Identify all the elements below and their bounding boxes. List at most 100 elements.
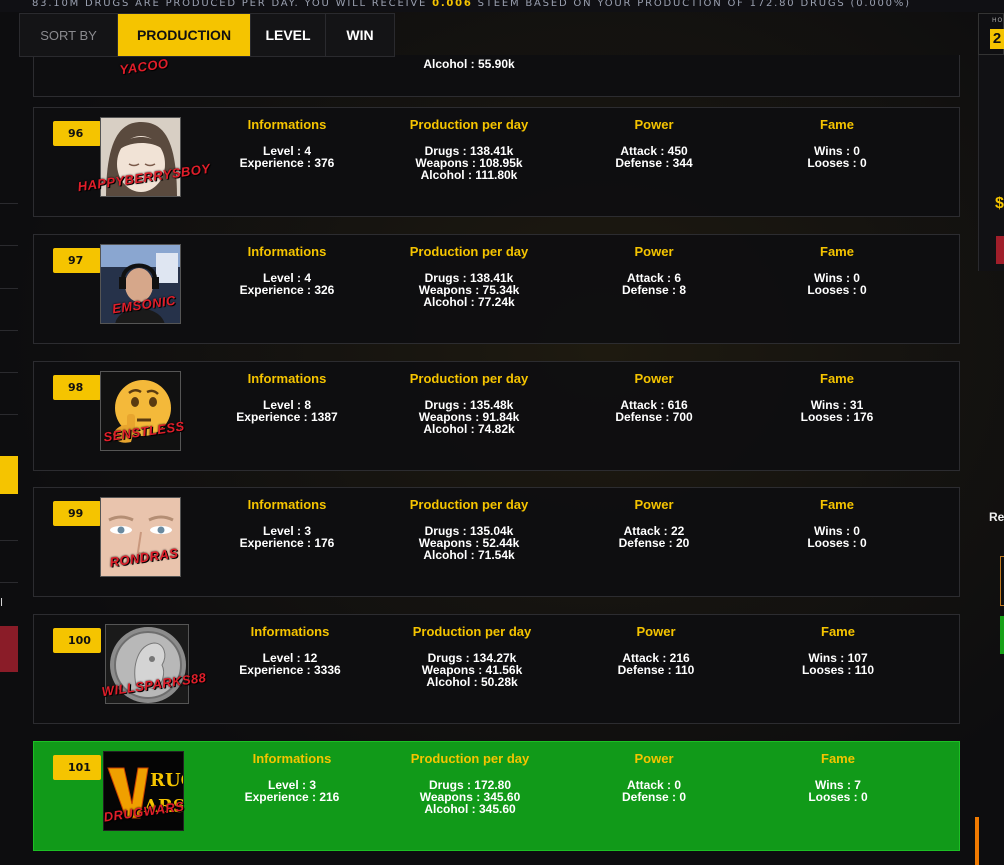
sidebar-text: l xyxy=(0,596,4,609)
sidebar-divider xyxy=(0,330,18,331)
sort-by-label: SORT BY xyxy=(40,27,97,43)
production-column: Production per day Drugs : 134.27k Weapo… xyxy=(392,624,552,688)
informations-column: Informations Level : 8 Experience : 1387 xyxy=(212,371,362,423)
right-panel-label: HO xyxy=(992,17,1004,24)
experience-value: Experience : 3336 xyxy=(239,663,341,677)
player-card-current-user: 101 RUG ARS DRUGWARS Informations Level … xyxy=(33,741,960,851)
experience-value: Experience : 176 xyxy=(239,536,335,550)
fame-column: Fame Wins : 0 Looses : 0 xyxy=(762,497,912,549)
sort-tab-production[interactable]: PRODUCTION xyxy=(117,14,250,56)
looses-value: Looses : 0 xyxy=(807,156,867,170)
production-header: Production per day xyxy=(409,244,529,259)
power-column: Power Attack : 22 Defense : 20 xyxy=(579,497,729,549)
experience-value: Experience : 216 xyxy=(244,790,340,804)
right-panel-box[interactable] xyxy=(1000,556,1004,606)
informations-column: Informations Level : 12 Experience : 333… xyxy=(215,624,365,676)
looses-value: Looses : 0 xyxy=(807,536,867,550)
player-card: 96 HAPPYBERRYSBOY Informations Level : 4… xyxy=(33,107,960,217)
sidebar-divider xyxy=(0,203,18,204)
production-header: Production per day xyxy=(412,624,532,639)
alcohol-value: Alcohol : 74.82k xyxy=(423,422,515,436)
looses-value: Looses : 176 xyxy=(800,410,874,424)
player-card-partial: YACOO Alcohol : 55.90k xyxy=(33,55,960,97)
production-header: Production per day xyxy=(409,371,529,386)
informations-header: Informations xyxy=(252,751,332,766)
production-header: Production per day xyxy=(409,497,529,512)
sidebar-divider xyxy=(0,245,18,246)
power-column: Power Attack : 616 Defense : 700 xyxy=(579,371,729,423)
logo-text: RUG xyxy=(150,770,184,791)
sidebar-divider xyxy=(0,540,18,541)
informations-header: Informations xyxy=(247,117,327,132)
looses-value: Looses : 0 xyxy=(807,283,867,297)
looses-value: Looses : 110 xyxy=(801,663,875,677)
power-column: Power Attack : 216 Defense : 110 xyxy=(581,624,731,676)
production-column: Production per day Drugs : 135.48k Weapo… xyxy=(389,371,549,435)
dollar-icon: $ xyxy=(995,195,1004,212)
right-panel-green-box[interactable] xyxy=(1000,616,1004,654)
informations-header: Informations xyxy=(247,371,327,386)
sort-bar: SORT BY PRODUCTION LEVEL WIN xyxy=(19,13,395,57)
player-card: 98 SENSTLESS Informations Level : 8 Expe… xyxy=(33,361,960,471)
power-header: Power xyxy=(634,244,674,259)
sidebar-active-item[interactable] xyxy=(0,456,18,494)
rank-badge: 101 xyxy=(53,755,101,780)
fame-header: Fame xyxy=(820,497,854,512)
power-column: Power Attack : 0 Defense : 0 xyxy=(579,751,729,803)
informations-column: Informations Level : 4 Experience : 376 xyxy=(212,117,362,169)
defense-value: Defense : 0 xyxy=(621,790,687,804)
rank-badge: 99 xyxy=(53,501,101,526)
rank-badge: 96 xyxy=(53,121,101,146)
fame-header: Fame xyxy=(821,624,855,639)
experience-value: Experience : 1387 xyxy=(236,410,338,424)
power-header: Power xyxy=(634,117,674,132)
power-header: Power xyxy=(634,751,674,766)
production-banner: 83.10M DRUGS ARE PRODUCED PER DAY. YOU W… xyxy=(0,0,1004,12)
sidebar-red-button[interactable] xyxy=(0,626,18,672)
fame-column: Fame Wins : 0 Looses : 0 xyxy=(762,244,912,296)
right-panel-red-button[interactable] xyxy=(996,236,1004,264)
production-header: Production per day xyxy=(410,751,530,766)
informations-column: Informations Level : 3 Experience : 176 xyxy=(212,497,362,549)
informations-header: Informations xyxy=(247,497,327,512)
sort-tab-level[interactable]: LEVEL xyxy=(250,14,325,56)
fame-column: Fame Wins : 107 Looses : 110 xyxy=(763,624,913,676)
power-header: Power xyxy=(634,371,674,386)
sort-tab-win[interactable]: WIN xyxy=(325,14,394,56)
fame-header: Fame xyxy=(820,371,854,386)
looses-value: Looses : 0 xyxy=(808,790,868,804)
production-column: Production per day Drugs : 138.41k Weapo… xyxy=(389,244,549,308)
informations-header: Informations xyxy=(250,624,330,639)
defense-value: Defense : 20 xyxy=(618,536,690,550)
fame-column: Fame Wins : 31 Looses : 176 xyxy=(762,371,912,423)
production-header: Production per day xyxy=(409,117,529,132)
experience-value: Experience : 326 xyxy=(239,283,335,297)
sidebar-divider xyxy=(0,372,18,373)
sidebar-divider xyxy=(0,288,18,289)
rank-badge: 98 xyxy=(53,375,101,400)
informations-column: Informations Level : 4 Experience : 326 xyxy=(212,244,362,296)
defense-value: Defense : 110 xyxy=(617,663,695,677)
power-column: Power Attack : 450 Defense : 344 xyxy=(579,117,729,169)
right-panel-badge: 2 xyxy=(990,29,1004,49)
defense-value: Defense : 700 xyxy=(615,410,693,424)
power-header: Power xyxy=(634,497,674,512)
fame-column: Fame Wins : 7 Looses : 0 xyxy=(763,751,913,803)
scrollbar-thumb[interactable] xyxy=(975,817,979,865)
fame-header: Fame xyxy=(820,244,854,259)
fame-header: Fame xyxy=(820,117,854,132)
fame-header: Fame xyxy=(821,751,855,766)
player-card: 100 WILLSPARKS88 Informations Level : 12… xyxy=(33,614,960,724)
production-column: Production per day Drugs : 135.04k Weapo… xyxy=(389,497,549,561)
alcohol-value: Alcohol : 345.60 xyxy=(424,802,516,816)
informations-column: Informations Level : 3 Experience : 216 xyxy=(217,751,367,803)
production-column: Production per day Drugs : 172.80 Weapon… xyxy=(390,751,550,815)
right-panel-text: Re xyxy=(989,510,1004,524)
rank-badge: 97 xyxy=(53,248,101,273)
power-header: Power xyxy=(636,624,676,639)
fame-column: Fame Wins : 0 Looses : 0 xyxy=(762,117,912,169)
informations-header: Informations xyxy=(247,244,327,259)
player-card: 99 RONDRAS Informations Level : 3 Experi… xyxy=(33,487,960,597)
sidebar-divider xyxy=(0,582,18,583)
player-card: 97 EMSONIC Informations Level : 4 Experi… xyxy=(33,234,960,344)
